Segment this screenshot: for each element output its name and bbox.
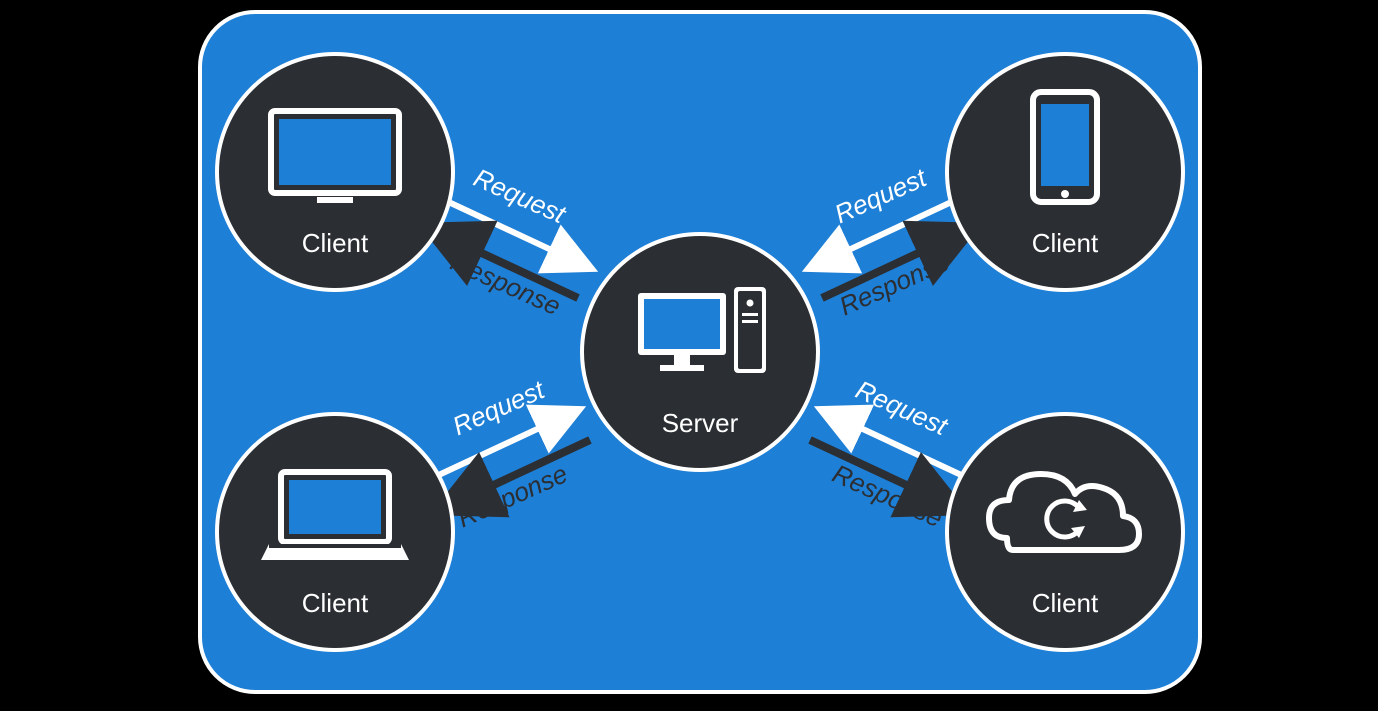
- client-tv-node: Client: [217, 54, 453, 290]
- server-label: Server: [662, 408, 739, 438]
- client-cloud-node: Client: [947, 414, 1183, 650]
- client-phone-node: Client: [947, 54, 1183, 290]
- client-laptop-node: Client: [217, 414, 453, 650]
- phone-icon: [1033, 92, 1097, 202]
- laptop-icon: [261, 472, 409, 560]
- server-node: Server: [582, 234, 818, 470]
- client-server-diagram: Request Response Request Response Reques…: [0, 0, 1378, 711]
- client-tv-label: Client: [302, 228, 369, 258]
- client-cloud-label: Client: [1032, 588, 1099, 618]
- client-phone-label: Client: [1032, 228, 1099, 258]
- client-laptop-label: Client: [302, 588, 369, 618]
